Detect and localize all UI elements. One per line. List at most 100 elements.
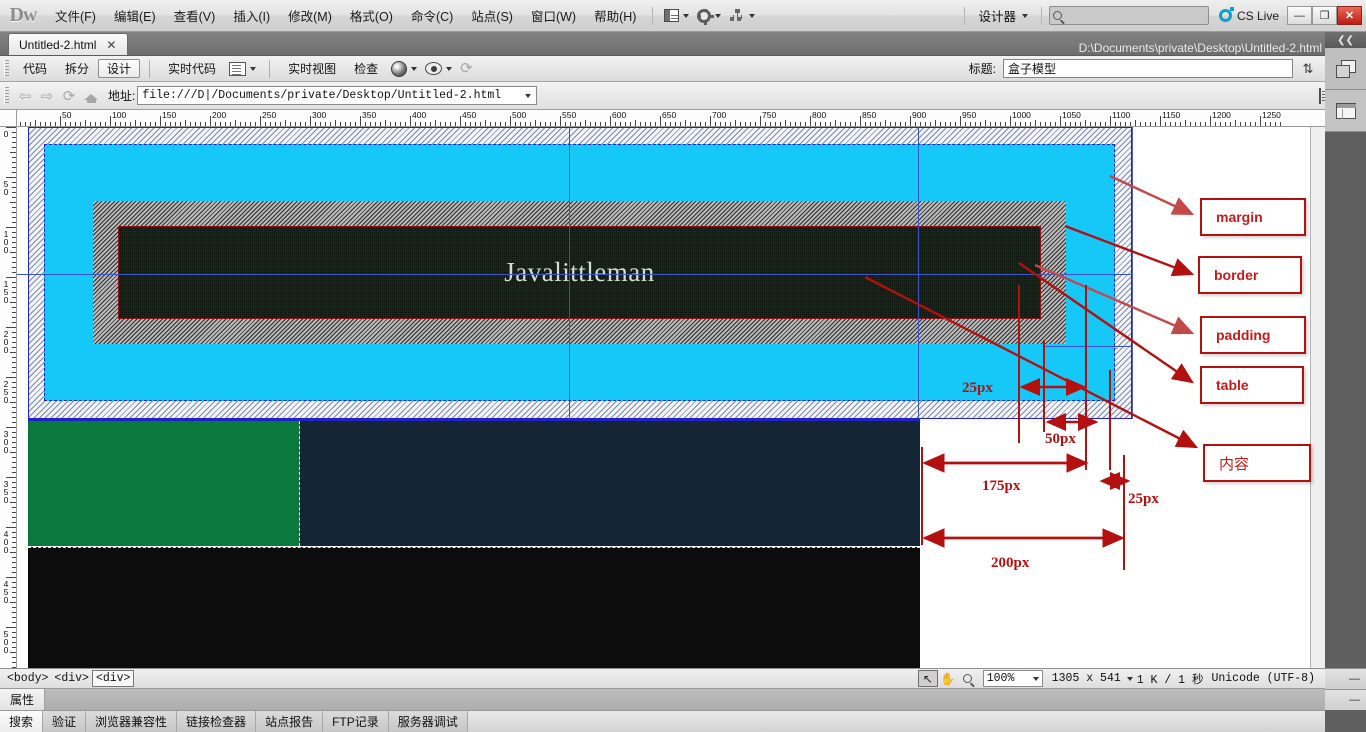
results-tab-search[interactable]: 搜索: [0, 711, 44, 732]
vertical-guide-center[interactable]: [569, 127, 570, 419]
results-tab-link-checker[interactable]: 链接检查器: [177, 711, 257, 732]
ruler-tick: [685, 120, 686, 126]
ruler-label: 150: [1, 279, 11, 303]
vertical-guide-edge[interactable]: [1132, 127, 1133, 419]
results-tab-site-reports[interactable]: 站点报告: [256, 711, 324, 732]
window-size-value[interactable]: 1305 x 541: [1052, 672, 1121, 685]
search-input[interactable]: [1048, 6, 1209, 25]
results-tab-validation[interactable]: 验证: [43, 711, 87, 732]
page-title-input[interactable]: 盒子模型: [1003, 59, 1293, 78]
dock-collapse-row-1[interactable]: —: [1325, 668, 1366, 689]
dock-collapse-row-2[interactable]: —: [1325, 689, 1366, 710]
forward-icon[interactable]: ⇨: [36, 86, 58, 106]
ruler-tick: [80, 122, 81, 126]
horizontal-guide-lower[interactable]: [1043, 346, 1132, 347]
home-icon-wrap[interactable]: [80, 86, 102, 106]
collapse-panels-button[interactable]: ❮❮: [1325, 32, 1366, 48]
ruler-tick: [12, 587, 16, 588]
toolbar-grip[interactable]: [4, 60, 9, 77]
menu-format[interactable]: 格式(O): [341, 2, 402, 29]
ruler-tick: [265, 122, 266, 126]
address-input[interactable]: file:///D|/Documents/private/Desktop/Unt…: [137, 86, 538, 105]
select-tool-icon[interactable]: ↖: [917, 670, 938, 687]
live-code-button[interactable]: 实时代码: [159, 59, 225, 78]
property-inspector-tab[interactable]: 属性: [0, 689, 46, 710]
chevron-down-icon[interactable]: [525, 93, 532, 98]
ruler-tick: [85, 120, 86, 126]
dock-button-properties[interactable]: [1325, 90, 1366, 132]
live-view-button[interactable]: 实时视图: [279, 59, 345, 78]
menu-window[interactable]: 窗口(W): [522, 2, 585, 29]
tag-chip-div-outer[interactable]: <div>: [51, 671, 92, 686]
ruler-tick: [1220, 122, 1221, 126]
workspace-switcher[interactable]: 设计器: [972, 3, 1034, 28]
close-icon[interactable]: ✕: [106, 38, 116, 52]
chevron-down-icon: [749, 13, 756, 18]
ruler-tick: [995, 122, 996, 126]
ruler-tick: [600, 122, 601, 126]
zoom-level-select[interactable]: 100%: [982, 670, 1043, 687]
green-block[interactable]: [28, 421, 300, 546]
ruler-tick: [965, 122, 966, 126]
file-management-icon[interactable]: ⇅: [1299, 60, 1317, 78]
minimize-button[interactable]: —: [1287, 6, 1312, 25]
ruler-tick: [805, 122, 806, 126]
menu-commands[interactable]: 命令(C): [402, 2, 462, 29]
site-management-button[interactable]: [725, 7, 759, 24]
horizontal-guide[interactable]: [17, 274, 1132, 275]
view-mode-code[interactable]: 代码: [14, 59, 56, 78]
ruler-origin-corner[interactable]: [0, 110, 17, 127]
refresh-icon[interactable]: ⟳: [58, 86, 80, 106]
chevron-down-icon[interactable]: [1126, 676, 1133, 681]
ruler-tick: [12, 412, 16, 413]
ruler-tick: [505, 122, 506, 126]
ruler-tick: [12, 137, 16, 138]
ruler-tick: [1030, 122, 1031, 126]
refresh-design-view-button[interactable]: ⟳: [456, 59, 477, 78]
canvas-vertical-scrollbar[interactable]: [1310, 127, 1325, 668]
ruler-tick: [165, 122, 166, 126]
preview-in-browser-button[interactable]: [387, 59, 421, 79]
vertical-ruler[interactable]: 0 50 100 150 200 250 300 350 400 450 500: [0, 127, 17, 668]
extend-settings-button[interactable]: [693, 7, 725, 25]
menu-help[interactable]: 帮助(H): [585, 2, 645, 29]
menu-site[interactable]: 站点(S): [462, 2, 522, 29]
ruler-tick: [875, 122, 876, 126]
ruler-tick: [100, 122, 101, 126]
tag-chip-div-inner[interactable]: <div>: [91, 670, 135, 687]
navy-block[interactable]: [300, 421, 920, 546]
box-model-content-area[interactable]: Javalittleman: [118, 226, 1041, 319]
ruler-tick: [1105, 122, 1106, 126]
toolbar-grip[interactable]: [4, 87, 9, 104]
layout-view-button[interactable]: [660, 7, 693, 24]
cs-live-button[interactable]: CS Live: [1218, 7, 1279, 23]
results-tab-browser-compat[interactable]: 浏览器兼容性: [86, 711, 178, 732]
results-tab-server-debug[interactable]: 服务器调试: [388, 711, 468, 732]
ruler-tick: [650, 122, 651, 126]
black-block[interactable]: [28, 547, 920, 668]
dock-button-insert[interactable]: [1325, 48, 1366, 90]
zoom-tool-icon[interactable]: [958, 670, 978, 687]
restore-button[interactable]: ❐: [1312, 6, 1337, 25]
horizontal-ruler[interactable]: 0501001502002503003504004505005506006507…: [0, 110, 1325, 127]
menu-view[interactable]: 查看(V): [165, 2, 225, 29]
results-tab-ftp-log[interactable]: FTP记录: [323, 711, 389, 732]
menu-insert[interactable]: 插入(I): [224, 2, 279, 29]
close-button[interactable]: ✕: [1337, 6, 1362, 25]
design-canvas[interactable]: Javalittleman: [17, 127, 1325, 668]
inspect-button[interactable]: 检查: [345, 59, 387, 78]
tag-chip-body[interactable]: <body>: [4, 671, 51, 686]
view-mode-split[interactable]: 拆分: [56, 59, 98, 78]
vertical-guide-right[interactable]: [918, 127, 919, 419]
visual-aids-button[interactable]: [421, 60, 456, 77]
menu-file[interactable]: 文件(F): [46, 2, 105, 29]
hand-tool-icon[interactable]: ✋: [938, 670, 958, 687]
menu-modify[interactable]: 修改(M): [279, 2, 341, 29]
back-icon[interactable]: ⇦: [14, 86, 36, 106]
menu-edit[interactable]: 编辑(E): [105, 2, 165, 29]
property-inspector-body[interactable]: [45, 689, 1325, 710]
inspect-source-button[interactable]: [225, 60, 260, 78]
document-tab-untitled-2[interactable]: Untitled-2.html ✕: [8, 33, 128, 55]
ruler-tick: [1085, 120, 1086, 126]
view-mode-design[interactable]: 设计: [98, 59, 141, 78]
